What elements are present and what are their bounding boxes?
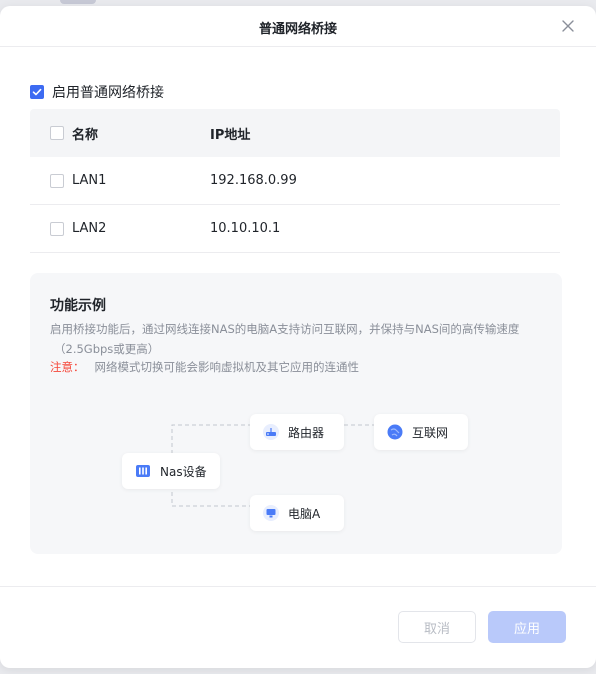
- node-internet-label: 互联网: [412, 425, 449, 440]
- enable-bridge-checkbox[interactable]: 启用普通网络桥接: [30, 82, 164, 102]
- table-row[interactable]: LAN2 10.10.10.1: [30, 205, 560, 253]
- nas-icon: [134, 462, 152, 480]
- node-pc: 电脑A: [250, 495, 344, 531]
- column-header-ip: IP地址: [210, 127, 251, 143]
- globe-icon: [386, 423, 404, 441]
- dialog-header: 普通网络桥接: [0, 6, 596, 47]
- row-checkbox[interactable]: [50, 173, 64, 188]
- row-checkbox[interactable]: [50, 221, 64, 236]
- feature-example-panel: 功能示例 启用桥接功能后，通过网线连接NAS的电脑A支持访问互联网，并保持与NA…: [30, 273, 562, 554]
- node-pc-label: 电脑A: [288, 506, 321, 521]
- table-row[interactable]: LAN1 192.168.0.99: [30, 157, 560, 205]
- select-all-checkbox[interactable]: [50, 126, 64, 140]
- node-router: 路由器: [250, 414, 344, 450]
- close-icon: [562, 20, 574, 32]
- apply-button[interactable]: 应用: [488, 611, 566, 643]
- node-internet: 互联网: [374, 414, 468, 450]
- table-header: 名称 IP地址: [30, 109, 560, 157]
- bridge-dialog: 普通网络桥接 启用普通网络桥接 名称 IP地址 LAN1 192.168.0.9…: [0, 6, 596, 668]
- enable-bridge-label: 启用普通网络桥接: [52, 85, 164, 101]
- dialog-title: 普通网络桥接: [258, 22, 337, 37]
- close-button[interactable]: [560, 18, 576, 34]
- computer-icon: [262, 504, 280, 522]
- background-tab-indicator: [60, 0, 96, 4]
- interface-ip: 192.168.0.99: [210, 173, 297, 188]
- column-header-name: 名称: [72, 127, 99, 143]
- node-router-label: 路由器: [288, 425, 325, 440]
- node-nas: Nas设备: [122, 453, 220, 489]
- router-icon: [262, 423, 280, 441]
- cancel-button[interactable]: 取消: [398, 611, 476, 643]
- interface-name: LAN1: [72, 173, 107, 188]
- checkbox-checked-icon[interactable]: [30, 85, 44, 99]
- interface-table: 名称 IP地址 LAN1 192.168.0.99 LAN2 10.10.10.…: [30, 109, 560, 253]
- interface-name: LAN2: [72, 221, 107, 236]
- interface-ip: 10.10.10.1: [210, 221, 281, 236]
- node-nas-label: Nas设备: [160, 464, 207, 479]
- dialog-footer: 取消 应用: [0, 586, 596, 668]
